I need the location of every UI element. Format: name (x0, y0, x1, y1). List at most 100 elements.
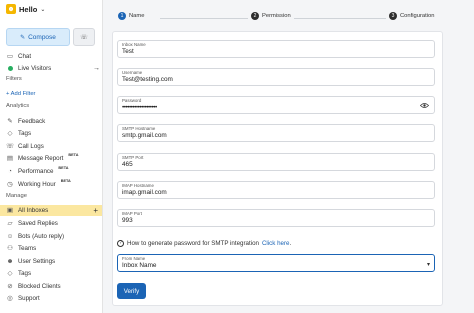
field-label: SMTP Port (122, 155, 144, 160)
from-name-select[interactable]: From Name Inbox Name ▾ (117, 254, 435, 272)
report-icon: ▤ (6, 155, 14, 162)
step-number: 2 (251, 12, 259, 20)
sidebar-item-label: User Settings (18, 257, 56, 265)
call-log-icon: ☏ (5, 143, 15, 150)
eye-icon[interactable] (420, 102, 429, 109)
beta-badge: BETA (58, 166, 69, 170)
smtp-port-field[interactable]: SMTP Port 465 (117, 153, 435, 171)
field-label: Username (122, 70, 143, 75)
beta-badge: BETA (68, 153, 79, 157)
sidebar-item-teams[interactable]: ⚇ Teams (6, 243, 36, 253)
sidebar-item-label: Live Visitors (18, 64, 52, 72)
field-value: smtp.gmail.com (122, 132, 167, 139)
inbox-icon: ▣ (6, 207, 14, 214)
sidebar-item-support[interactable]: ◎ Support (6, 293, 40, 303)
sidebar: ☻ Hello ⌄ ✎ Compose ☏ ▭ Chat Live Visito… (0, 0, 103, 313)
step-permission[interactable]: 2 Permission (251, 12, 291, 20)
field-value: •••••••••••••••••••• (122, 104, 157, 111)
field-value: Test (122, 48, 134, 55)
sidebar-item-label: Chat (18, 52, 32, 60)
live-status-icon (6, 64, 14, 72)
help-text: How to generate password for SMTP integr… (127, 239, 259, 247)
sidebar-item-label: Saved Replies (18, 219, 58, 227)
sidebar-item-performance[interactable]: ◔ Performance BETA (6, 166, 68, 176)
sidebar-item-label: Message Report (18, 154, 64, 162)
call-button[interactable]: ☏ (73, 28, 95, 46)
sidebar-item-label: Bots (Auto reply) (18, 232, 65, 240)
user-icon: ☻ (6, 257, 14, 265)
click-here-link[interactable]: Click here (262, 240, 290, 247)
performance-icon: ◔ (8, 167, 12, 175)
sidebar-item-tags[interactable]: ◇ Tags (6, 128, 32, 138)
field-value: imap.gmail.com (122, 189, 167, 196)
teams-icon: ⚇ (7, 245, 13, 252)
field-label: From Name (122, 256, 146, 261)
sidebar-item-label: Tags (18, 129, 32, 137)
field-label: Inbox Name (122, 42, 146, 47)
imap-port-field[interactable]: IMAP Port 993 (117, 209, 435, 227)
step-label: Configuration (400, 13, 435, 19)
sidebar-item-label: Call Logs (18, 142, 44, 150)
help-end: . (289, 239, 292, 247)
sidebar-item-bots[interactable]: ☺ Bots (Auto reply) (6, 231, 64, 241)
sidebar-item-label: Feedback (18, 117, 46, 125)
step-label: Name (129, 13, 145, 19)
sidebar-item-label: Blocked Clients (18, 282, 61, 290)
sidebar-item-live-visitors[interactable]: Live Visitors → (6, 63, 100, 73)
sidebar-item-manage-tags[interactable]: ◇ Tags (6, 268, 32, 278)
stepper: 1 Name 2 Permission 3 Configuration (118, 12, 436, 24)
field-value: Inbox Name (122, 262, 157, 269)
verify-button[interactable]: Verify (117, 283, 146, 299)
section-filters: Filters (6, 76, 22, 82)
step-label: Permission (262, 13, 291, 19)
field-label: IMAP Port (122, 211, 142, 216)
sidebar-item-all-inboxes[interactable]: ▣ All Inboxes + (6, 205, 98, 215)
field-value: 993 (122, 217, 133, 224)
field-label: IMAP Hostname (122, 183, 154, 188)
password-field[interactable]: Password •••••••••••••••••••• (117, 96, 435, 114)
smtp-hostname-field[interactable]: SMTP Hostname smtp.gmail.com (117, 124, 435, 142)
step-number: 1 (118, 12, 126, 20)
sidebar-item-label: Support (18, 294, 40, 302)
reply-icon: ▱ (7, 220, 13, 227)
workspace-name: Hello (19, 4, 38, 14)
tag-icon: ◇ (7, 130, 13, 137)
step-connector (160, 18, 248, 19)
sidebar-item-saved-replies[interactable]: ▱ Saved Replies (6, 218, 58, 228)
compose-button[interactable]: ✎ Compose (6, 28, 70, 46)
sidebar-item-call-logs[interactable]: ☏ Call Logs (6, 141, 44, 151)
smtp-help-row: ? How to generate password for SMTP inte… (117, 238, 291, 248)
field-value: Test@testing.com (122, 76, 173, 83)
add-filter-button[interactable]: + Add Filter (6, 89, 35, 99)
compose-label: Compose (28, 33, 56, 41)
sidebar-item-user-settings[interactable]: ☻ User Settings (6, 256, 56, 266)
username-field[interactable]: Username Test@testing.com (117, 68, 435, 86)
field-label: SMTP Hostname (122, 126, 156, 131)
sidebar-item-message-report[interactable]: ▤ Message Report BETA (6, 153, 79, 163)
section-analytics: Analytics (6, 103, 30, 109)
step-name[interactable]: 1 Name (118, 12, 144, 20)
sidebar-item-blocked-clients[interactable]: ⊘ Blocked Clients (6, 281, 61, 291)
feedback-icon: ✎ (7, 118, 13, 125)
support-icon: ◎ (7, 295, 13, 302)
sidebar-item-label: All Inboxes (18, 206, 49, 214)
sidebar-item-chat[interactable]: ▭ Chat (6, 51, 31, 61)
inbox-name-field[interactable]: Inbox Name Test (117, 40, 435, 58)
question-icon: ? (117, 239, 124, 247)
imap-hostname-field[interactable]: IMAP Hostname imap.gmail.com (117, 181, 435, 199)
workspace-switcher[interactable]: ☻ Hello ⌄ (6, 3, 45, 15)
beta-badge: BETA (60, 179, 71, 183)
bot-icon: ☺ (6, 232, 14, 240)
sidebar-item-feedback[interactable]: ✎ Feedback (6, 116, 45, 126)
add-inbox-icon[interactable]: + (93, 206, 98, 215)
sidebar-item-label: Teams (18, 244, 37, 252)
sidebar-item-working-hour[interactable]: ◷ Working Hour BETA (6, 179, 71, 189)
step-configuration[interactable]: 3 Configuration (389, 12, 434, 20)
compose-icon: ✎ (20, 34, 26, 41)
chevron-down-icon: ⌄ (40, 6, 46, 13)
section-manage: Manage (6, 193, 27, 199)
sidebar-item-label: Performance (18, 167, 54, 175)
step-number: 3 (389, 12, 397, 20)
clock-icon: ◷ (7, 181, 13, 188)
sidebar-item-label: Working Hour (18, 180, 56, 188)
